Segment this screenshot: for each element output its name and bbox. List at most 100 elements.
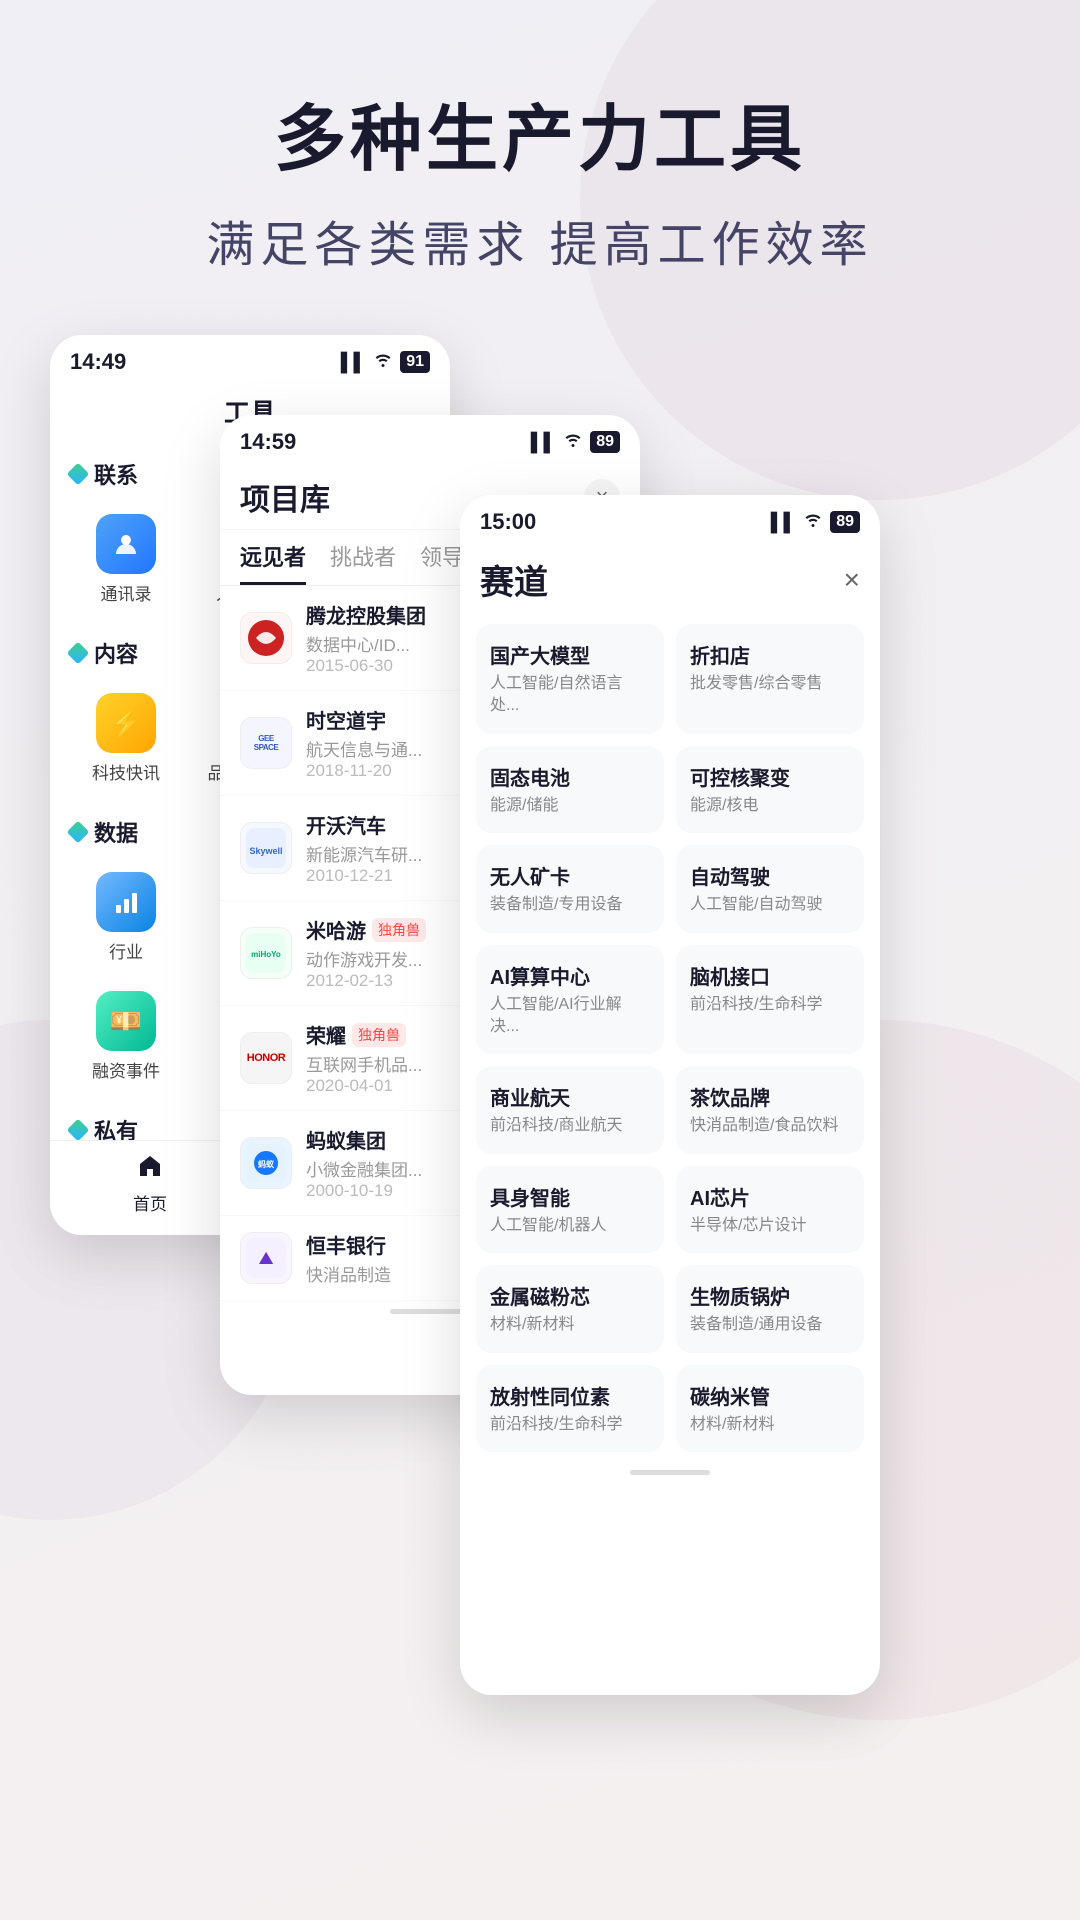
svg-text:Skywell: Skywell — [249, 846, 282, 856]
news-icon: ⚡ — [96, 693, 156, 753]
card-sub: 人工智能/AI行业解决... — [490, 994, 650, 1039]
status-icons-track: ▌▌ 89 — [771, 511, 860, 533]
card-title: 碳纳米管 — [690, 1381, 850, 1410]
track-card-aichip[interactable]: AI芯片 半导体/芯片设计 — [676, 1166, 864, 1253]
track-title: 赛道 — [480, 555, 548, 604]
card-title: 折扣店 — [690, 640, 850, 669]
card-sub: 半导体/芯片设计 — [690, 1215, 850, 1237]
card-sub: 人工智能/机器人 — [490, 1215, 650, 1237]
card-sub: 快消品制造/食品饮料 — [690, 1115, 850, 1137]
card-title: 无人矿卡 — [490, 861, 650, 890]
nav-home-label: 首页 — [133, 1190, 167, 1215]
finance-label: 融资事件 — [92, 1057, 160, 1082]
project-name: 荣耀 — [306, 1020, 346, 1049]
company-logo-tenglong — [240, 612, 292, 664]
tab-visionaries[interactable]: 远见者 — [240, 540, 306, 585]
company-logo-geespace: GEESPACE — [240, 717, 292, 769]
track-card-ai-center[interactable]: AI算算中心 人工智能/AI行业解决... — [476, 945, 664, 1055]
card-title: 可控核聚变 — [690, 762, 850, 791]
battery-projects: 89 — [590, 431, 620, 453]
tool-finance[interactable]: 💴 融资事件 — [66, 979, 186, 1094]
card-title: 固态电池 — [490, 762, 650, 791]
card-sub: 前沿科技/商业航天 — [490, 1115, 650, 1137]
card-title: AI算算中心 — [490, 961, 650, 990]
tab-challengers[interactable]: 挑战者 — [330, 540, 396, 585]
contacts-label: 通讯录 — [101, 580, 152, 605]
card-title: 放射性同位素 — [490, 1381, 650, 1410]
page-subtitle: 满足各类需求 提高工作效率 — [60, 205, 1020, 275]
track-card-fusion[interactable]: 可控核聚变 能源/核电 — [676, 746, 864, 833]
track-card-autopilot[interactable]: 自动驾驶 人工智能/自动驾驶 — [676, 845, 864, 932]
time-track: 15:00 — [480, 509, 536, 535]
card-title: 国产大模型 — [490, 640, 650, 669]
status-icons-projects: ▌▌ 89 — [531, 431, 620, 453]
scroll-indicator-projects — [390, 1309, 470, 1314]
tag-exclusive: 独角兽 — [372, 918, 426, 942]
track-card-nanotube[interactable]: 碳纳米管 材料/新材料 — [676, 1365, 864, 1452]
diamond-icon-contact — [67, 463, 90, 486]
wifi-icon-2 — [562, 432, 584, 453]
track-card-gm[interactable]: 国产大模型 人工智能/自然语言处... — [476, 624, 664, 734]
contacts-icon — [96, 514, 156, 574]
card-sub: 材料/新材料 — [690, 1414, 850, 1436]
track-card-aerospace[interactable]: 商业航天 前沿科技/商业航天 — [476, 1066, 664, 1153]
battery-tools: 91 — [400, 351, 430, 373]
card-sub: 能源/核电 — [690, 795, 850, 817]
track-card-boiler[interactable]: 生物质锅炉 装备制造/通用设备 — [676, 1265, 864, 1352]
svg-text:蚂蚁: 蚂蚁 — [258, 1159, 275, 1169]
wifi-icon-3 — [802, 512, 824, 533]
card-sub: 材料/新材料 — [490, 1314, 650, 1336]
card-sub: 人工智能/自然语言处... — [490, 673, 650, 718]
diamond-icon-private — [67, 1119, 90, 1142]
header-section: 多种生产力工具 满足各类需求 提高工作效率 — [0, 0, 1080, 315]
card-title: 金属磁粉芯 — [490, 1281, 650, 1310]
battery-track: 89 — [830, 511, 860, 533]
track-card-mining[interactable]: 无人矿卡 装备制造/专用设备 — [476, 845, 664, 932]
track-card-discount[interactable]: 折扣店 批发零售/综合零售 — [676, 624, 864, 734]
signal-icon-3: ▌▌ — [771, 512, 797, 533]
card-title: 自动驾驶 — [690, 861, 850, 890]
company-logo-skywell: Skywell — [240, 822, 292, 874]
card-sub: 前沿科技/生命科学 — [490, 1414, 650, 1436]
wifi-icon — [372, 352, 394, 373]
company-logo-mihoyo: miHoYo — [240, 927, 292, 979]
screens-container: 14:49 ▌▌ 91 工具 联系 通讯录 — [0, 335, 1080, 1685]
svg-text:⛰: ⛰ — [258, 1248, 273, 1268]
time-tools: 14:49 — [70, 349, 126, 375]
track-card-bci[interactable]: 脑机接口 前沿科技/生命科学 — [676, 945, 864, 1055]
track-card-isotope[interactable]: 放射性同位素 前沿科技/生命科学 — [476, 1365, 664, 1452]
card-sub: 装备制造/专用设备 — [490, 894, 650, 916]
track-card-battery[interactable]: 固态电池 能源/储能 — [476, 746, 664, 833]
track-card-magnetic[interactable]: 金属磁粉芯 材料/新材料 — [476, 1265, 664, 1352]
status-bar-track: 15:00 ▌▌ 89 — [460, 495, 880, 543]
track-modal-header: 赛道 × — [460, 543, 880, 614]
news-label: 科技快讯 — [92, 759, 160, 784]
card-title: 商业航天 — [490, 1082, 650, 1111]
tag-exclusive-honor: 独角兽 — [352, 1023, 406, 1047]
company-logo-ant: 蚂蚁 — [240, 1137, 292, 1189]
card-sub: 前沿科技/生命科学 — [690, 994, 850, 1016]
time-projects: 14:59 — [240, 429, 296, 455]
card-title: 茶饮品牌 — [690, 1082, 850, 1111]
scroll-indicator-track — [630, 1470, 710, 1475]
svg-text:miHoYo: miHoYo — [251, 950, 281, 959]
track-card-robot[interactable]: 具身智能 人工智能/机器人 — [476, 1166, 664, 1253]
diamond-icon-data — [67, 821, 90, 844]
card-sub: 能源/储能 — [490, 795, 650, 817]
track-grid: 国产大模型 人工智能/自然语言处... 折扣店 批发零售/综合零售 固态电池 能… — [460, 614, 880, 1462]
card-sub: 批发零售/综合零售 — [690, 673, 850, 695]
card-sub: 装备制造/通用设备 — [690, 1314, 850, 1336]
tool-news[interactable]: ⚡ 科技快讯 — [66, 681, 186, 796]
tool-contacts[interactable]: 通讯录 — [66, 502, 186, 617]
track-close-btn[interactable]: × — [844, 564, 860, 596]
card-title: AI芯片 — [690, 1182, 850, 1211]
company-logo-honor: HONOR — [240, 1032, 292, 1084]
tool-industry[interactable]: 行业 — [66, 860, 186, 975]
status-bar-tools: 14:49 ▌▌ 91 — [50, 335, 450, 383]
section-contact-label: 联系 — [94, 458, 138, 490]
card-sub: 人工智能/自动驾驶 — [690, 894, 850, 916]
status-bar-projects: 14:59 ▌▌ 89 — [220, 415, 640, 463]
project-name: 米哈游 — [306, 915, 366, 944]
finance-icon: 💴 — [96, 991, 156, 1051]
track-card-tea[interactable]: 茶饮品牌 快消品制造/食品饮料 — [676, 1066, 864, 1153]
